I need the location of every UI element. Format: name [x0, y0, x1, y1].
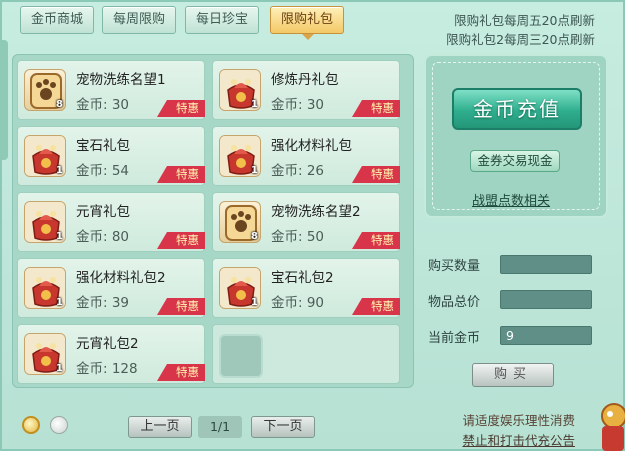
item-name: 修炼丹礼包 — [271, 72, 339, 88]
sale-tag: 特惠 — [157, 100, 205, 117]
gold-recharge-button[interactable]: 金币充值 — [452, 88, 582, 130]
item-cell[interactable]: 8 宠物洗练名望1 金币: 30 特惠 — [17, 60, 205, 120]
empty-item-slot — [212, 324, 400, 384]
item-price: 金币: 128 — [76, 361, 138, 377]
item-cell[interactable]: 1 元宵礼包2 金币: 128 特惠 — [17, 324, 205, 384]
tab-gold-mall[interactable]: 金币商城 — [20, 6, 94, 34]
gift-bag-icon: 1 — [24, 333, 66, 375]
notice-refresh-1: 限购礼包每周五20点刷新 — [454, 13, 595, 28]
item-name: 元宵礼包 — [76, 204, 130, 220]
quantity-label: 购买数量 — [428, 259, 481, 274]
item-count: 8 — [56, 99, 63, 110]
item-cell[interactable]: 1 强化材料礼包 金币: 26 特惠 — [212, 126, 400, 186]
item-name: 元宵礼包2 — [76, 336, 139, 352]
item-count: 1 — [251, 165, 258, 176]
item-price: 金币: 90 — [271, 295, 325, 311]
item-count: 1 — [251, 297, 258, 308]
sale-tag: 特惠 — [352, 232, 400, 249]
total-price-label: 物品总价 — [428, 295, 481, 310]
gift-bag-icon: 1 — [219, 69, 261, 111]
next-page-button[interactable]: 下一页 — [251, 416, 315, 438]
current-gold-label: 当前金币 — [428, 331, 481, 346]
paw-token-icon: 8 — [219, 201, 261, 243]
sale-tag: 特惠 — [352, 100, 400, 117]
tab-limited-pack[interactable]: 限购礼包 — [270, 6, 344, 34]
paw-token-icon: 8 — [24, 69, 66, 111]
item-count: 1 — [56, 297, 63, 308]
prev-page-button[interactable]: 上一页 — [128, 416, 192, 438]
tab-daily-treasure[interactable]: 每日珍宝 — [185, 6, 259, 34]
gift-bag-icon: 1 — [24, 135, 66, 177]
voucher-exchange-button[interactable]: 金券交易现金 — [470, 150, 560, 172]
item-cell[interactable]: 8 宠物洗练名望2 金币: 50 特惠 — [212, 192, 400, 252]
item-count: 8 — [251, 231, 258, 242]
item-name: 宝石礼包 — [76, 138, 130, 154]
item-count: 1 — [56, 165, 63, 176]
item-price: 金币: 50 — [271, 229, 325, 245]
active-tab-pointer — [302, 34, 314, 40]
recharge-panel-border — [432, 62, 600, 210]
item-name: 强化材料礼包 — [271, 138, 352, 154]
item-count: 1 — [251, 99, 258, 110]
item-name: 宝石礼包2 — [271, 270, 334, 286]
item-price: 金币: 80 — [76, 229, 130, 245]
current-gold-field: 9 — [500, 326, 592, 345]
sale-tag: 特惠 — [157, 298, 205, 315]
notice-refresh-2: 限购礼包2每周三20点刷新 — [446, 32, 595, 47]
item-cell[interactable]: 1 元宵礼包金币: 80 特惠 — [17, 192, 205, 252]
footer-advice: 请适度娱乐理性消费 — [462, 413, 575, 428]
item-price: 金币: 39 — [76, 295, 130, 311]
circle-toggle-icon[interactable] — [50, 416, 68, 434]
gift-bag-icon: 1 — [219, 135, 261, 177]
item-cell[interactable]: 1 宝石礼包2 金币: 90 特惠 — [212, 258, 400, 318]
tab-weekly-limited[interactable]: 每周限购 — [102, 6, 176, 34]
sale-tag: 特惠 — [352, 298, 400, 315]
gift-bag-icon: 1 — [24, 201, 66, 243]
page-indicator: 1/1 — [198, 416, 242, 438]
empty-slot-icon — [219, 334, 263, 378]
gift-bag-icon: 1 — [24, 267, 66, 309]
item-count: 1 — [56, 231, 63, 242]
zoom-icon[interactable] — [22, 416, 40, 434]
item-price: 金币: 54 — [76, 163, 130, 179]
quantity-input[interactable] — [500, 255, 592, 274]
gift-bag-icon: 1 — [219, 267, 261, 309]
item-cell[interactable]: 1 修炼丹礼包金币: 30 特惠 — [212, 60, 400, 120]
item-cell[interactable]: 1 宝石礼包金币: 54 特惠 — [17, 126, 205, 186]
sale-tag: 特惠 — [157, 166, 205, 183]
item-price: 金币: 30 — [271, 97, 325, 113]
item-cell[interactable]: 1 强化材料礼包2 金币: 39 特惠 — [17, 258, 205, 318]
buy-button[interactable]: 购买 — [472, 363, 554, 387]
item-name: 强化材料礼包2 — [76, 270, 166, 286]
league-points-link[interactable]: 战盟点数相关 — [472, 190, 550, 209]
total-price-field — [500, 290, 592, 309]
corner-character-icon — [601, 403, 625, 451]
item-name: 宠物洗练名望2 — [271, 204, 361, 220]
sale-tag: 特惠 — [352, 166, 400, 183]
item-count: 1 — [56, 363, 63, 374]
sale-tag: 特惠 — [157, 364, 205, 381]
item-price: 金币: 26 — [271, 163, 325, 179]
left-border-decoration — [0, 40, 8, 160]
item-price: 金币: 30 — [76, 97, 130, 113]
item-name: 宠物洗练名望1 — [76, 72, 166, 88]
sale-tag: 特惠 — [157, 232, 205, 249]
anti-recharge-notice-link[interactable]: 禁止和打击代充公告 — [462, 430, 575, 449]
